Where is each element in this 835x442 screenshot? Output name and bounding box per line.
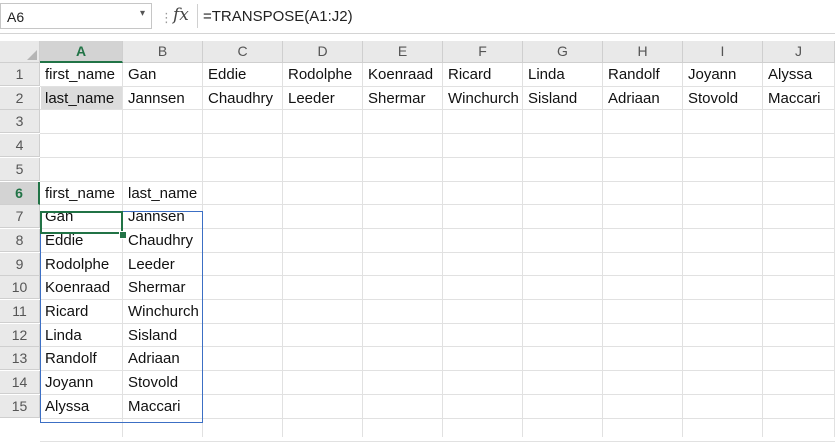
cell-i2[interactable]: Stovold [683, 87, 763, 110]
cell-g2[interactable]: Sisland [523, 87, 603, 110]
row-header-9[interactable]: 9 [0, 253, 40, 276]
cell-i1[interactable]: Joyann [683, 63, 763, 86]
cell-j1[interactable]: Alyssa [763, 63, 835, 86]
formula-bar-divider [197, 4, 198, 28]
column-header-h[interactable]: H [603, 41, 683, 63]
gridline-vertical [282, 63, 283, 437]
name-box-value: A6 [7, 9, 25, 25]
row-header-3[interactable]: 3 [0, 110, 40, 133]
column-header-d[interactable]: D [283, 41, 363, 63]
gridline-vertical [362, 63, 363, 437]
row-header-1[interactable]: 1 [0, 63, 40, 86]
column-header-a[interactable]: A [40, 41, 123, 63]
cell-e1[interactable]: Koenraad [363, 63, 443, 86]
column-header-f[interactable]: F [443, 41, 523, 63]
formula-input[interactable]: =TRANSPOSE(A1:J2) [203, 8, 353, 25]
cell-j2[interactable]: Maccari [763, 87, 835, 110]
cell-b1[interactable]: Gan [123, 63, 203, 86]
insert-function-icon[interactable]: fx [173, 5, 189, 25]
column-header-b[interactable]: B [123, 41, 203, 63]
spill-range-border [40, 211, 203, 423]
gridline-vertical [522, 63, 523, 437]
row-header-7[interactable]: 7 [0, 205, 40, 228]
cell-c2[interactable]: Chaudhry [203, 87, 283, 110]
cell-e2[interactable]: Shermar [363, 87, 443, 110]
column-header-g[interactable]: G [523, 41, 603, 63]
row-header-12[interactable]: 12 [0, 324, 40, 347]
column-header-j[interactable]: J [763, 41, 835, 63]
row-header-10[interactable]: 10 [0, 276, 40, 299]
formula-bar: A6 ▾ ⋮ fx =TRANSPOSE(A1:J2) [0, 0, 835, 34]
chevron-down-icon[interactable]: ▾ [140, 8, 145, 19]
cell-a6[interactable]: first_name [40, 182, 123, 205]
row-header-11[interactable]: 11 [0, 300, 40, 323]
row-header-14[interactable]: 14 [0, 371, 40, 394]
row-header-2[interactable]: 2 [0, 87, 40, 110]
gridline-vertical [682, 63, 683, 437]
cell-a1[interactable]: first_name [40, 63, 123, 86]
more-options-icon[interactable]: ⋮ [160, 10, 174, 26]
cell-h2[interactable]: Adriaan [603, 87, 683, 110]
name-box[interactable]: A6 ▾ [0, 3, 152, 29]
fill-handle[interactable] [119, 231, 127, 239]
cell-g1[interactable]: Linda [523, 63, 603, 86]
row-header-5[interactable]: 5 [0, 158, 40, 181]
row-header-6[interactable]: 6 [0, 182, 40, 205]
cell-b6[interactable]: last_name [123, 182, 203, 205]
active-cell-a6[interactable] [40, 211, 123, 234]
cell-d1[interactable]: Rodolphe [283, 63, 363, 86]
gridline-horizontal [40, 157, 835, 158]
row-header-8[interactable]: 8 [0, 229, 40, 252]
column-header-e[interactable]: E [363, 41, 443, 63]
column-header-c[interactable]: C [203, 41, 283, 63]
gridline-vertical [602, 63, 603, 437]
row-header-15[interactable]: 15 [0, 395, 40, 418]
cell-b2[interactable]: Jannsen [123, 87, 203, 110]
gridline-vertical [442, 63, 443, 437]
cell-c1[interactable]: Eddie [203, 63, 283, 86]
cell-f2[interactable]: Winchurch [443, 87, 523, 110]
gridline-vertical [762, 63, 763, 437]
cell-a2[interactable]: last_name [40, 87, 123, 110]
column-header-i[interactable]: I [683, 41, 763, 63]
select-all-button[interactable] [0, 41, 40, 63]
cell-d2[interactable]: Leeder [283, 87, 363, 110]
cell-h1[interactable]: Randolf [603, 63, 683, 86]
spreadsheet-grid[interactable]: A B C D E F G H I J 1 2 3 4 5 6 7 8 9 10 11 12 13 14 15 first_nam… [0, 33, 835, 442]
row-header-4[interactable]: 4 [0, 134, 40, 157]
gridline-horizontal [40, 133, 835, 134]
cell-f1[interactable]: Ricard [443, 63, 523, 86]
row-header-13[interactable]: 13 [0, 347, 40, 370]
